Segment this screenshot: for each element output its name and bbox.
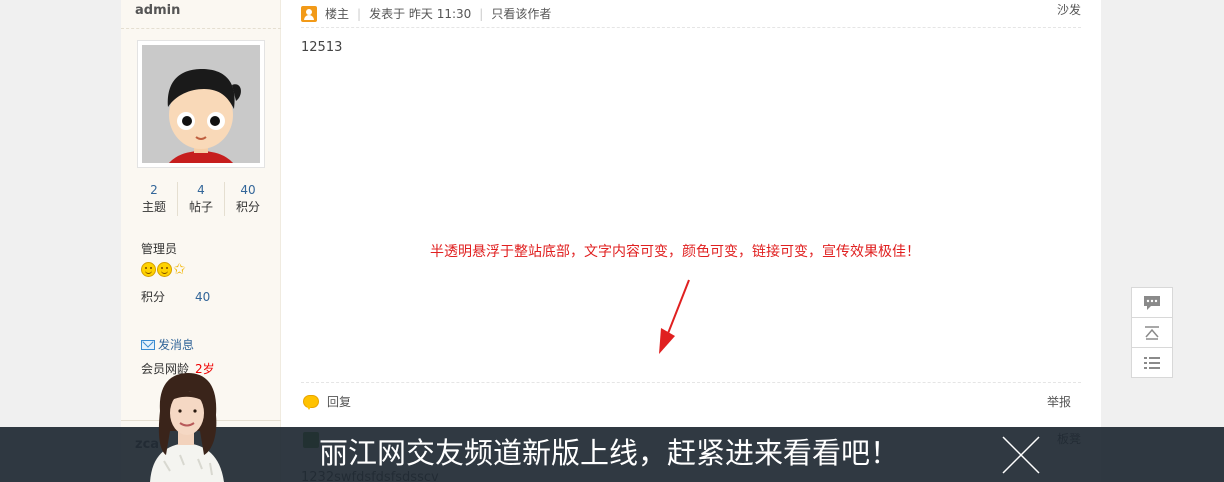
back-to-top-button[interactable] — [1131, 317, 1173, 348]
divider — [121, 28, 281, 29]
post-header: 楼主 | 发表于 昨天 11:30 | 只看该作者 沙发 — [301, 0, 1081, 28]
owner-icon — [301, 5, 317, 22]
author-only-link[interactable]: 只看该作者 — [491, 5, 551, 22]
post-area: 楼主 | 发表于 昨天 11:30 | 只看该作者 沙发 12513 半透明悬浮… — [281, 0, 1101, 482]
owner-label: 楼主 — [325, 7, 350, 21]
smiley-icon — [157, 262, 172, 277]
send-message-label: 发消息 — [158, 338, 195, 352]
list-icon — [1144, 356, 1160, 369]
stat-value: 4 — [197, 183, 205, 197]
bubble-icon — [303, 395, 319, 410]
post-content: 12513 — [301, 40, 343, 55]
user-stats: 2 主题 4 帖子 40 积分 — [131, 182, 271, 216]
floor-number[interactable]: 沙发 — [1057, 0, 1081, 20]
stat-value: 40 — [240, 183, 256, 197]
stat-posts[interactable]: 4 帖子 — [178, 182, 225, 216]
stat-label: 积分 — [235, 200, 260, 214]
points-label: 积分 — [141, 290, 166, 304]
stat-threads[interactable]: 2 主题 — [131, 182, 178, 216]
list-button[interactable] — [1131, 347, 1173, 378]
stat-value: 2 — [150, 183, 158, 197]
user-role[interactable]: 管理员 — [141, 240, 177, 257]
comment-icon — [1144, 295, 1160, 310]
mail-icon — [141, 339, 155, 350]
rank-icons: ✩ — [141, 262, 188, 277]
back-to-top-icon — [1145, 325, 1159, 340]
banner-text[interactable]: 丽江网交友频道新版上线，赶紧进来看看吧！ — [319, 433, 899, 473]
stat-label: 主题 — [141, 200, 166, 214]
stat-points[interactable]: 40 积分 — [225, 182, 271, 216]
side-toolbar — [1131, 287, 1173, 378]
send-message-link[interactable]: 发消息 — [141, 336, 194, 353]
comment-button[interactable] — [1131, 287, 1173, 318]
page-container: admin 2 主题 4 帖子 40 积分 管理员 ✩ 积分 40 发消息 会员… — [121, 0, 1101, 482]
points-value[interactable]: 40 — [195, 290, 210, 304]
divider — [301, 382, 1081, 383]
reply-button[interactable]: 回复 — [303, 393, 351, 410]
avatar-image — [142, 45, 260, 163]
star-icon: ✩ — [173, 260, 186, 278]
points-row: 积分 40 — [141, 288, 210, 305]
smiley-icon — [141, 262, 156, 277]
divider: | — [479, 6, 484, 21]
close-icon[interactable] — [1001, 435, 1041, 475]
report-link[interactable]: 举报 — [1047, 393, 1071, 410]
banner-person-image — [150, 373, 224, 482]
divider: | — [357, 6, 362, 21]
annotation-text: 半透明悬浮于整站底部，文字内容可变，颜色可变，链接可变，宣传效果极佳！ — [430, 244, 920, 260]
username[interactable]: admin — [135, 3, 180, 18]
post-time: 发表于 昨天 11:30 — [369, 7, 472, 21]
stat-label: 帖子 — [188, 200, 213, 214]
arrow-icon — [659, 279, 690, 354]
reply-label: 回复 — [327, 395, 352, 409]
avatar[interactable] — [137, 40, 265, 168]
